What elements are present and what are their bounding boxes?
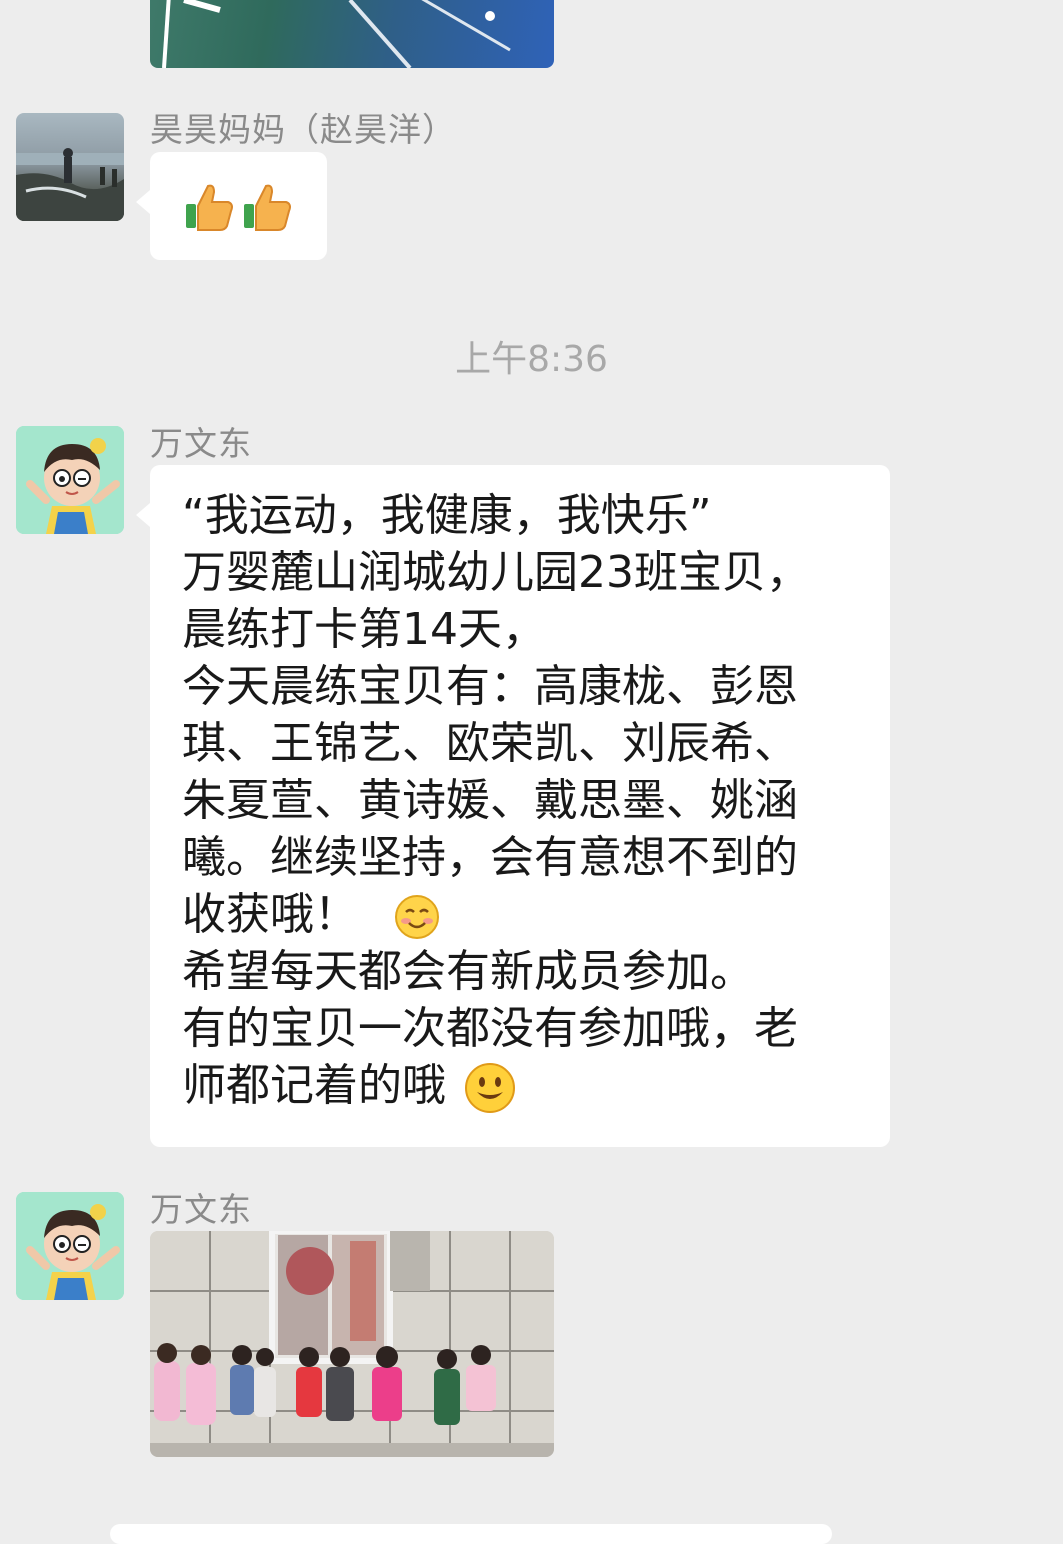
avatar-wan-wendong[interactable] bbox=[16, 1192, 124, 1300]
cartoon-girl-icon bbox=[16, 1192, 124, 1300]
sender-name: 昊昊妈妈（赵昊洋） bbox=[150, 110, 456, 149]
message-line: 晨练打卡第14天， bbox=[182, 604, 546, 655]
kids-group-photo-icon bbox=[150, 1231, 554, 1457]
sender-name: 万文东 bbox=[150, 424, 252, 463]
message-line: 万婴麓山润城幼儿园23班宝贝， bbox=[182, 547, 810, 598]
message-line: 师都记着的哦 bbox=[182, 1060, 446, 1111]
message-line: 有的宝贝一次都没有参加哦，老 bbox=[182, 1003, 798, 1054]
message-bubble-thumbs[interactable] bbox=[136, 152, 327, 260]
message-line: 今天晨练宝贝有：高康栊、彭恩 bbox=[182, 661, 798, 712]
message-line: 琪、王锦艺、欧荣凯、刘辰希、 bbox=[182, 718, 798, 769]
message-line-with-emoji: 收获哦！ bbox=[182, 886, 810, 943]
cartoon-girl-icon bbox=[16, 426, 124, 534]
avatar-wan-wendong[interactable] bbox=[16, 426, 124, 534]
message-line: 收获哦！ bbox=[182, 889, 358, 940]
blush-smile-icon bbox=[394, 894, 440, 940]
message-line-with-emoji: 师都记着的哦 bbox=[182, 1057, 810, 1114]
message-photo[interactable] bbox=[150, 1231, 554, 1457]
message-bubble-text[interactable]: “我运动，我健康，我快乐” 万婴麓山润城幼儿园23班宝贝， 晨练打卡第14天， … bbox=[136, 465, 890, 1147]
message-line: 希望每天都会有新成员参加。 bbox=[182, 946, 754, 997]
beach-scene-icon bbox=[16, 148, 124, 221]
thumbs-up-icon bbox=[182, 180, 236, 238]
next-message-bubble[interactable] bbox=[110, 1524, 832, 1544]
thumbs-up-icon bbox=[240, 180, 294, 238]
timestamp: 上午8:36 bbox=[455, 339, 608, 380]
track-lines-icon bbox=[162, 0, 511, 68]
avatar-haohao-mama[interactable] bbox=[16, 113, 124, 221]
message-text: “我运动，我健康，我快乐” 万婴麓山润城幼儿园23班宝贝， 晨练打卡第14天， … bbox=[182, 487, 810, 1114]
previous-photo[interactable] bbox=[150, 0, 554, 68]
smile-icon bbox=[464, 1062, 516, 1114]
message-line: 曦。继续坚持，会有意想不到的 bbox=[182, 832, 798, 883]
message-line: “我运动，我健康，我快乐” bbox=[182, 490, 712, 541]
sender-name: 万文东 bbox=[150, 1190, 252, 1229]
message-line: 朱夏萱、黄诗媛、戴思墨、姚涵 bbox=[182, 775, 798, 826]
